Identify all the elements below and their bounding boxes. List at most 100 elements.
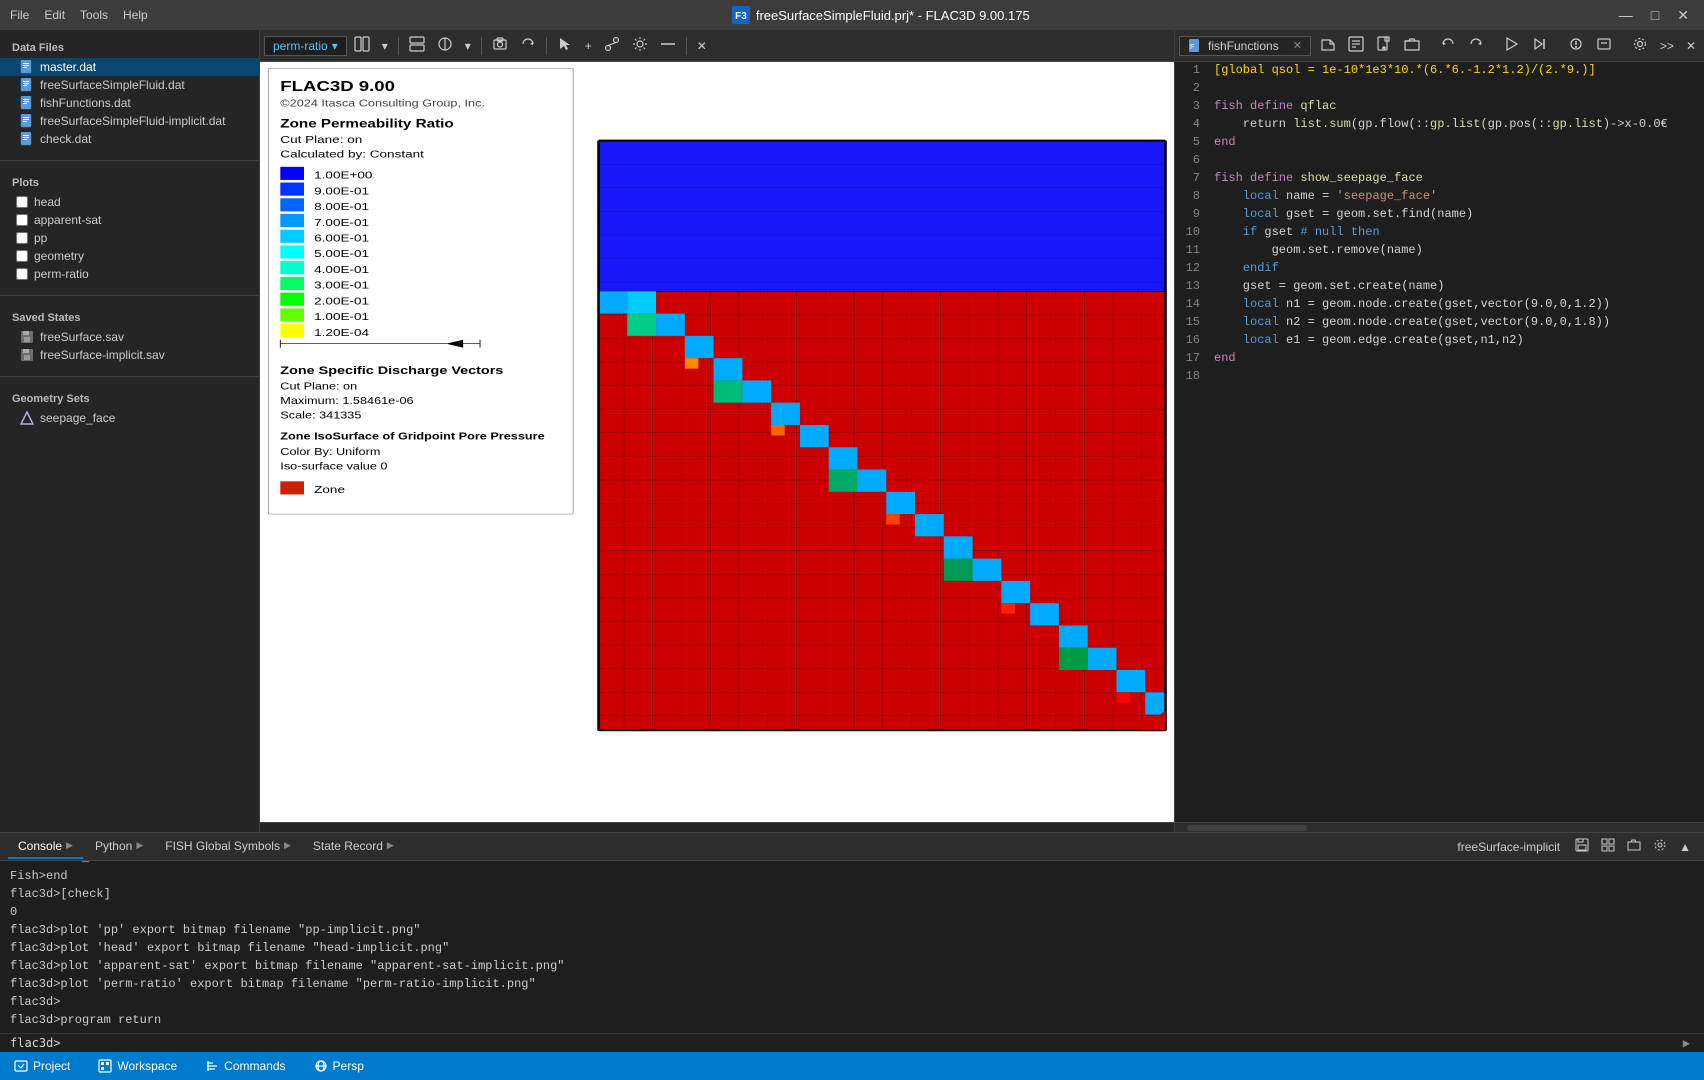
editor-undo-button[interactable] — [1435, 33, 1461, 58]
maximize-button[interactable]: □ — [1646, 7, 1664, 24]
view-options-button[interactable]: ▾ — [377, 36, 393, 56]
line-content: local name = 'seepage_face' — [1210, 188, 1704, 206]
console-scroll-up[interactable]: ▲ — [1674, 837, 1696, 857]
toolbar-layout-button[interactable] — [404, 33, 430, 58]
plot-geometry[interactable]: geometry — [0, 247, 259, 265]
status-workspace[interactable]: Workspace — [92, 1059, 183, 1073]
toolbar-separator-2 — [481, 37, 482, 55]
toolbar-expand-button[interactable] — [655, 33, 681, 58]
console-grid-button[interactable] — [1596, 835, 1620, 858]
plot-canvas[interactable]: FLAC3D 9.00 ©2024 Itasca Consulting Grou… — [260, 62, 1174, 822]
editor-horizontal-scrollbar[interactable] — [1175, 822, 1704, 832]
status-project[interactable]: Project — [8, 1059, 76, 1073]
plot-head-checkbox[interactable] — [16, 196, 28, 208]
editor-scrollbar-thumb[interactable] — [1187, 825, 1307, 831]
toolbar-btn-3[interactable]: ▾ — [460, 36, 476, 56]
menu-tools[interactable]: Tools — [80, 8, 108, 22]
editor-panel-close[interactable]: ✕ — [1681, 36, 1701, 56]
menu-help[interactable]: Help — [123, 8, 148, 22]
center-panel: perm-ratio ▾ ▾ ▾ — [260, 30, 1174, 832]
plot-head[interactable]: head — [0, 193, 259, 211]
line-number: 1 — [1175, 62, 1210, 80]
code-editor[interactable]: 1[global qsol = 1e-10*1e3*10.*(6.*6.-1.2… — [1175, 62, 1704, 822]
file-check-dat[interactable]: check.dat — [0, 130, 259, 148]
commands-icon — [205, 1059, 219, 1073]
svg-text:Iso-surface value 0: Iso-surface value 0 — [280, 462, 387, 472]
toolbar-connect-button[interactable] — [599, 33, 625, 58]
editor-redo-button[interactable] — [1463, 33, 1489, 58]
menu-file[interactable]: File — [10, 8, 29, 22]
editor-close-icon[interactable]: ✕ — [1293, 39, 1302, 52]
console-input[interactable] — [65, 1036, 1679, 1050]
tab-state-record[interactable]: State Record ▶ — [303, 835, 404, 859]
minimize-button[interactable]: — — [1614, 7, 1638, 24]
plot-pp-checkbox[interactable] — [16, 232, 28, 244]
code-line-18: 18 — [1175, 368, 1704, 386]
plot-perm-ratio-checkbox[interactable] — [16, 268, 28, 280]
line-number: 10 — [1175, 224, 1210, 242]
toolbar-settings-button[interactable] — [627, 33, 653, 58]
editor-settings-button[interactable] — [1627, 33, 1653, 58]
toolbar-btn-2[interactable] — [432, 33, 458, 58]
editor-more-button[interactable]: >> — [1655, 36, 1679, 56]
dat-file-icon — [20, 96, 34, 110]
geometry-icon — [20, 411, 34, 425]
editor-toolbar-btn-x2[interactable] — [1591, 33, 1617, 58]
status-persp[interactable]: Persp — [308, 1059, 370, 1073]
svg-text:F3: F3 — [735, 11, 747, 22]
status-commands[interactable]: Commands — [199, 1059, 291, 1073]
svg-text:Cut Plane: on: Cut Plane: on — [280, 382, 357, 392]
editor-open-button[interactable] — [1399, 33, 1425, 58]
tab-console[interactable]: Console ▶ — [8, 835, 83, 859]
editor-toolbar-btn-2[interactable] — [1343, 33, 1369, 58]
svg-text:9.00E-01: 9.00E-01 — [314, 185, 369, 197]
tab-fish-globals[interactable]: FISH Global Symbols ▶ — [155, 835, 301, 859]
save-icon — [20, 330, 34, 344]
file-fishfunctions-dat[interactable]: fishFunctions.dat — [0, 94, 259, 112]
close-button[interactable]: ✕ — [1672, 7, 1694, 24]
plot-geometry-checkbox[interactable] — [16, 250, 28, 262]
console-enter-arrow: ▶ — [1679, 1036, 1690, 1050]
console-settings-button[interactable] — [1648, 835, 1672, 858]
plot-perm-ratio[interactable]: perm-ratio — [0, 265, 259, 283]
dropdown-icon: ▾ — [332, 39, 338, 53]
toolbar-add-button[interactable]: + — [580, 36, 597, 56]
svg-text:Maximum: 1.58461e-06: Maximum: 1.58461e-06 — [280, 396, 413, 406]
file-freesurface-implicit-dat[interactable]: freeSurfaceSimpleFluid-implicit.dat — [0, 112, 259, 130]
saved-state-freesurface[interactable]: freeSurface.sav — [0, 328, 259, 346]
plot-pp[interactable]: pp — [0, 229, 259, 247]
editor-new-button[interactable] — [1371, 33, 1397, 58]
editor-step-button[interactable] — [1527, 33, 1553, 58]
svg-text:Calculated by: Constant: Calculated by: Constant — [280, 148, 424, 160]
svg-text:7.00E-01: 7.00E-01 — [314, 216, 369, 228]
console-folder-button[interactable] — [1622, 835, 1646, 858]
file-freesurface-dat[interactable]: freeSurfaceSimpleFluid.dat — [0, 76, 259, 94]
editor-toolbar-btn-1[interactable] — [1315, 33, 1341, 58]
geo-seepage-face[interactable]: seepage_face — [0, 409, 259, 427]
tab-python[interactable]: Python ▶ — [85, 835, 153, 859]
toolbar-camera-button[interactable] — [487, 33, 513, 58]
toolbar-close-plot[interactable]: ✕ — [692, 36, 712, 56]
fish-file-icon: F — [1188, 39, 1202, 53]
toolbar-refresh-button[interactable] — [515, 33, 541, 58]
svg-text:Cut Plane: on: Cut Plane: on — [280, 134, 362, 146]
saved-state-freesurface-implicit[interactable]: freeSurface-implicit.sav — [0, 346, 259, 364]
console-tabs: Console ▶ Python ▶ FISH Global Symbols ▶… — [0, 833, 1704, 861]
app-icon: F3 — [732, 6, 750, 24]
code-line-11: 11 geom.set.remove(name) — [1175, 242, 1704, 260]
console-input-area[interactable]: flac3d> ▶ — [0, 1033, 1704, 1052]
line-content: local n1 = geom.node.create(gset,vector(… — [1210, 296, 1704, 314]
file-master-dat[interactable]: master.dat — [0, 58, 259, 76]
plot-name-button[interactable]: perm-ratio ▾ — [264, 36, 347, 56]
editor-toolbar-btn-x1[interactable] — [1563, 33, 1589, 58]
menu-edit[interactable]: Edit — [44, 8, 65, 22]
editor-file-tab[interactable]: F fishFunctions ✕ — [1179, 36, 1311, 56]
line-content: gset = geom.set.create(name) — [1210, 278, 1704, 296]
plot-apparent-sat-checkbox[interactable] — [16, 214, 28, 226]
plot-scrollbar[interactable] — [260, 822, 1174, 832]
plot-apparent-sat[interactable]: apparent-sat — [0, 211, 259, 229]
editor-run-button[interactable] — [1499, 33, 1525, 58]
split-view-button[interactable] — [349, 33, 375, 58]
toolbar-select-button[interactable] — [552, 33, 578, 58]
console-save-button[interactable] — [1570, 835, 1594, 858]
